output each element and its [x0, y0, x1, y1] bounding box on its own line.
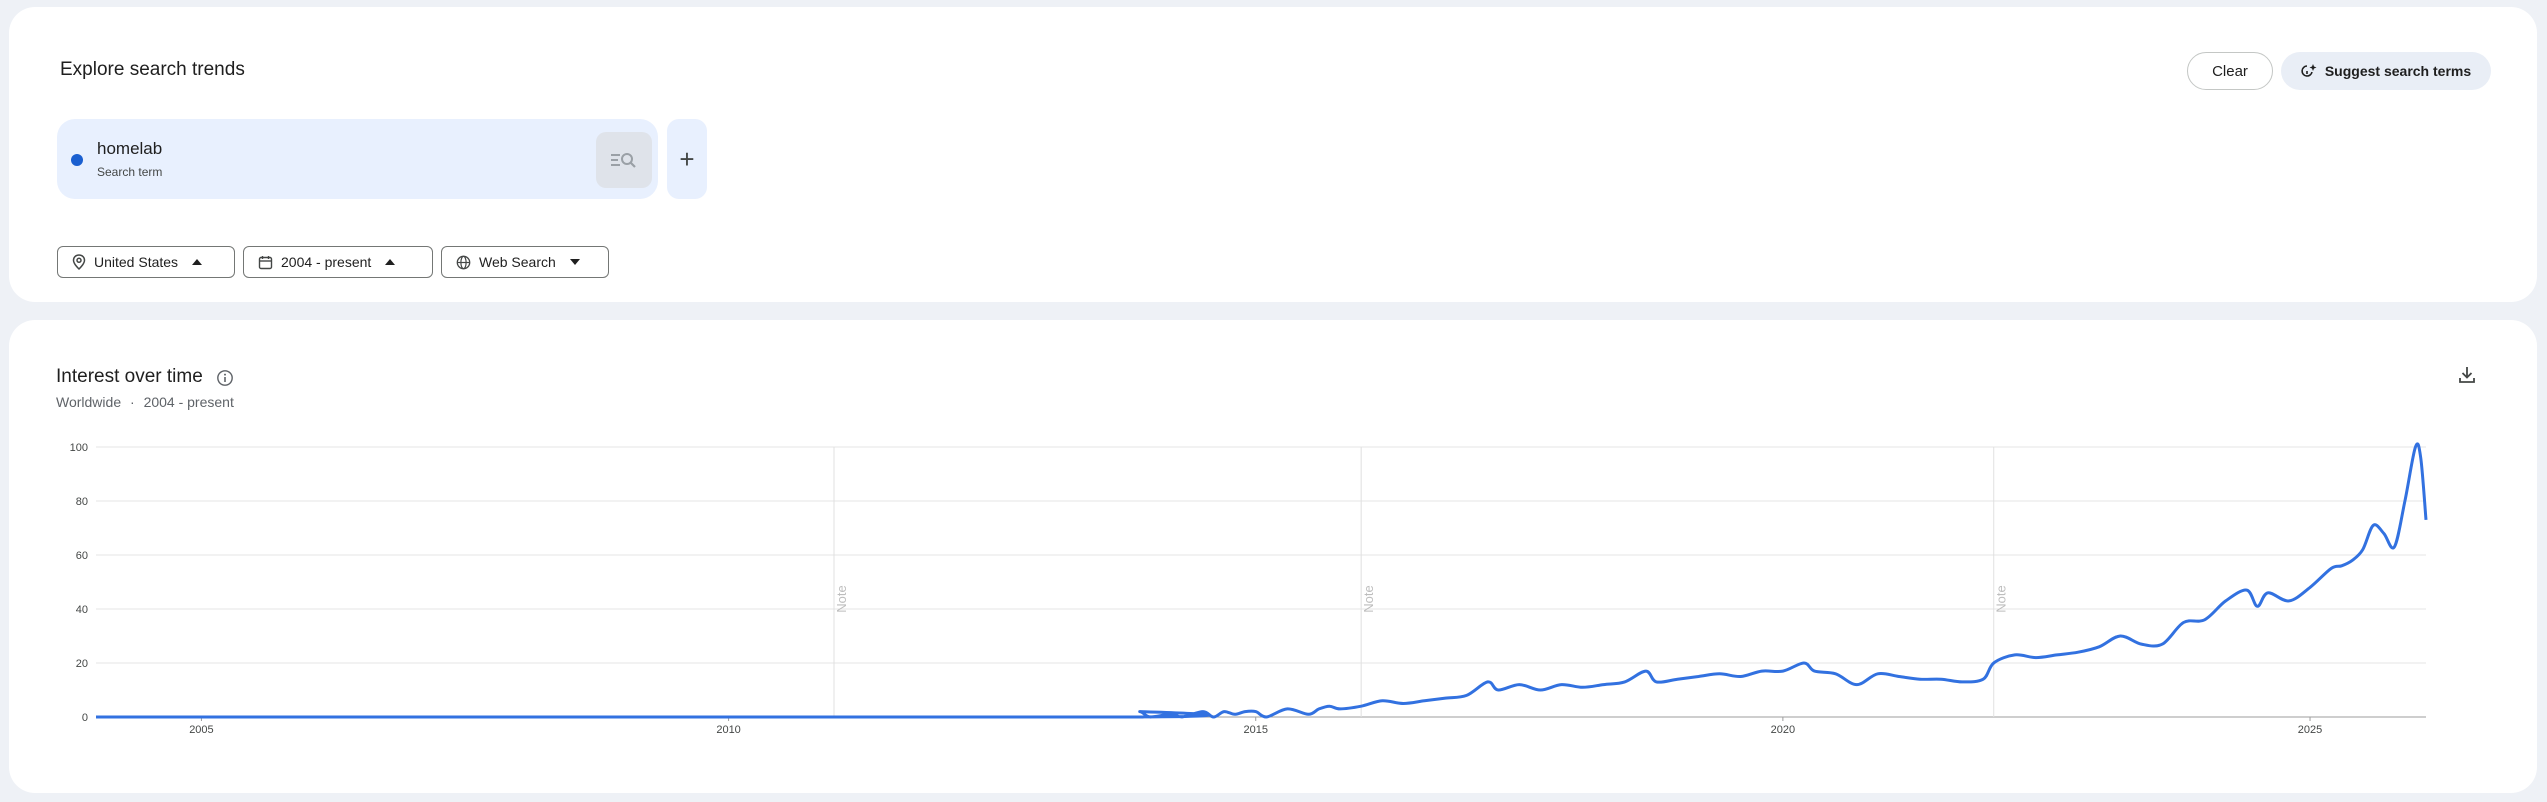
term-name: homelab: [97, 139, 163, 158]
globe-icon: [456, 255, 471, 269]
time-range-dropdown[interactable]: 2004 - present: [243, 246, 433, 278]
location-pin-icon: [72, 254, 86, 270]
interest-line-chart: 0 20 40 60 80 100 2005 2010 2015 2020 2025 Note Note…: [70, 442, 2428, 736]
note-label: Note: [1361, 585, 1376, 612]
note-label: Note: [1994, 585, 2009, 612]
term-type-label: Search term: [97, 165, 163, 179]
search-terms-panel: Explore search trends Clear Suggest sear…: [9, 7, 2537, 302]
page-title: Explore search trends: [60, 59, 245, 80]
suggest-label: Suggest search terms: [2324, 63, 2472, 79]
term-options-button[interactable]: [596, 132, 652, 188]
x-tick-label: 2025: [2298, 724, 2322, 736]
y-tick-label: 80: [76, 496, 88, 508]
x-tick-label: 2015: [1243, 724, 1267, 736]
calendar-icon: [258, 255, 273, 269]
x-tick-label: 2005: [189, 724, 213, 736]
time-range-value: 2004 - present: [281, 254, 372, 270]
property-dropdown[interactable]: Web Search: [441, 246, 609, 278]
y-tick-label: 60: [76, 550, 88, 562]
location-value: United States: [94, 254, 179, 270]
interest-over-time-panel: Interest over time Worldwide · 2004 - pr…: [9, 320, 2537, 793]
y-tick-label: 0: [82, 712, 88, 724]
caret-up-icon: [385, 259, 396, 265]
note-label: Note: [834, 585, 849, 612]
caret-down-icon: [569, 259, 580, 265]
y-tick-label: 20: [76, 658, 88, 670]
suggest-search-terms-button[interactable]: Suggest search terms: [2281, 52, 2491, 90]
caret-up-icon: [192, 259, 203, 265]
term-color-dot: [71, 154, 83, 166]
list-search-icon: [611, 153, 636, 168]
x-tick-label: 2010: [716, 724, 740, 736]
search-term-chip[interactable]: homelab Search term: [57, 119, 658, 199]
x-tick-label: 2020: [1771, 724, 1795, 736]
clear-button[interactable]: Clear: [2187, 52, 2273, 90]
add-term-button[interactable]: +: [667, 119, 707, 199]
property-value: Web Search: [479, 254, 556, 270]
sparkle-icon: [2301, 64, 2317, 77]
series-line: [96, 442, 2428, 719]
y-tick-label: 100: [70, 442, 88, 454]
location-dropdown[interactable]: United States: [57, 246, 235, 278]
y-tick-label: 40: [76, 604, 88, 616]
